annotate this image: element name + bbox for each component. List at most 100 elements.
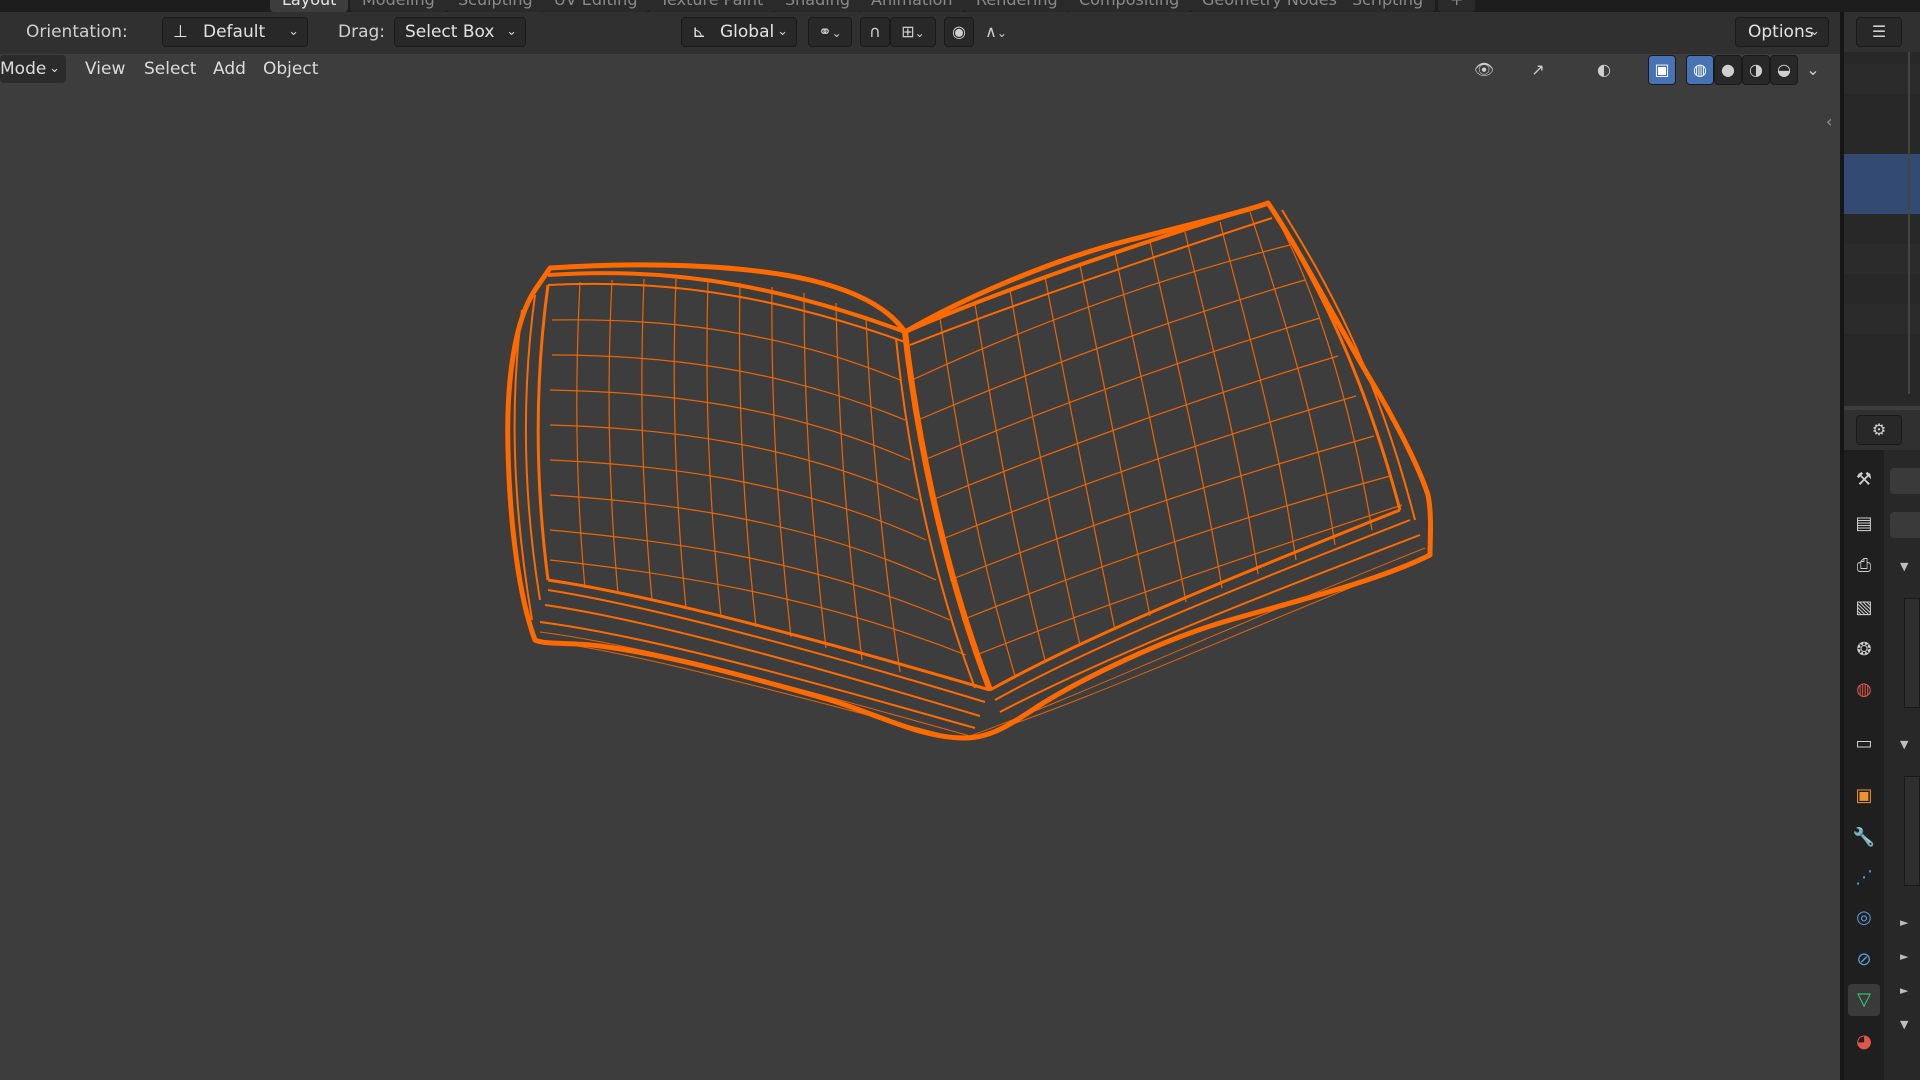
proportional-edit-toggle[interactable]: ◉ — [944, 17, 974, 47]
shading-options-dropdown[interactable]: ⌄ — [1800, 55, 1826, 85]
drag-value: Select Box — [405, 22, 495, 42]
properties-header: ⚙ — [1844, 410, 1920, 450]
collection-icon[interactable]: ▭ — [1848, 728, 1880, 760]
tab-rendering[interactable]: Rendering — [964, 0, 1070, 12]
gizmo-dropdown[interactable]: ↗ — [1516, 55, 1560, 85]
orientation-label: Orientation: — [26, 22, 128, 42]
orientation-dropdown[interactable]: ⊥ Default ⌄ — [162, 17, 308, 47]
shape-keys-list[interactable] — [1904, 776, 1920, 886]
material-preview-icon: ◑ — [1749, 60, 1763, 79]
vertex-groups-list[interactable] — [1904, 598, 1920, 708]
tab-uv-editing[interactable]: UV Editing — [542, 0, 650, 12]
magnet-icon: ∩ — [869, 22, 881, 41]
tab-compositing[interactable]: Compositing — [1067, 0, 1192, 12]
tab-sculpting[interactable]: Sculpting — [446, 0, 545, 12]
constraints-icon[interactable]: ⊘ — [1848, 944, 1880, 976]
material-icon[interactable]: ◕ — [1848, 1026, 1880, 1058]
panel-collapse-icon[interactable]: ► — [1900, 916, 1908, 929]
tab-geometry-nodes[interactable]: Geometry Nodes — [1190, 0, 1349, 12]
rendered-sphere-icon: ◒ — [1777, 60, 1791, 79]
snap-toggle[interactable]: ∩ — [860, 17, 890, 47]
chevron-down-icon: ⌄ — [506, 24, 517, 39]
render-icon[interactable]: ▤ — [1848, 508, 1880, 540]
shading-solid-button[interactable]: ● — [1714, 55, 1742, 85]
mode-label: Mode — [0, 59, 47, 79]
select-menu[interactable]: Select — [137, 55, 203, 83]
options-label: Options — [1748, 22, 1814, 42]
orientation-value: Default — [203, 22, 266, 42]
outliner-list-icon: ☰ — [1871, 22, 1887, 41]
panel-expand-icon[interactable]: ▼ — [1900, 1018, 1908, 1031]
chevron-down-icon: ⌄ — [1809, 24, 1820, 39]
object-data-selector[interactable] — [1890, 468, 1920, 494]
drag-label: Drag: — [338, 22, 386, 42]
tab-shading[interactable]: Shading — [773, 0, 862, 12]
snap-increment-icon: ⊞ — [901, 22, 915, 41]
view-layer-icon[interactable]: ▧ — [1848, 592, 1880, 624]
shading-rendered-button[interactable]: ◒ — [1770, 55, 1798, 85]
tool-icon[interactable]: ⚒ — [1848, 464, 1880, 496]
overlays-dropdown[interactable]: ◐ — [1582, 55, 1626, 85]
transform-orientation-value: Global — [720, 22, 775, 42]
drag-dropdown[interactable]: Select Box ⌄ — [394, 17, 526, 47]
xray-toggle[interactable]: ▣ — [1648, 55, 1676, 85]
shading-material-button[interactable]: ◑ — [1742, 55, 1770, 85]
tool-settings-bar: Orientation: ⊥ Default ⌄ Drag: Select Bo… — [0, 12, 1840, 54]
chevron-down-icon: ⌄ — [914, 26, 925, 40]
world-icon[interactable]: ◍ — [1848, 674, 1880, 706]
pivot-point-dropdown[interactable]: ⚭⌄ — [808, 17, 852, 47]
proportional-edit-icon: ◉ — [952, 22, 966, 41]
output-icon[interactable]: ⎙ — [1848, 550, 1880, 582]
sidebar-toggle-icon[interactable]: ‹ — [1826, 112, 1832, 131]
object-menu[interactable]: Object — [256, 55, 325, 83]
properties-editor-type-dropdown[interactable]: ⚙ — [1856, 415, 1902, 445]
panel-expand-icon[interactable]: ▼ — [1900, 738, 1908, 751]
properties-editor-icon: ⚙ — [1871, 420, 1887, 439]
shading-wireframe-button[interactable]: ◍ — [1686, 55, 1714, 85]
outliner-scrollbar[interactable] — [1908, 52, 1910, 394]
xray-icon: ▣ — [1654, 60, 1670, 79]
viewport-header: Mode ⌄ View Select Add Object 👁 ↗ ◐ ▣ ◍ … — [0, 54, 1840, 86]
particles-icon[interactable]: ⋰ — [1848, 862, 1880, 894]
tab-animation[interactable]: Animation — [859, 0, 965, 12]
chevron-down-icon: ⌄ — [49, 61, 60, 76]
mesh-datablock-field[interactable] — [1890, 512, 1920, 538]
modifier-icon[interactable]: 🔧 — [1848, 822, 1880, 854]
outliner-header: ☰ — [1844, 12, 1920, 52]
solid-sphere-icon: ● — [1721, 60, 1735, 79]
outliner-display-mode-dropdown[interactable]: ☰ — [1856, 17, 1902, 47]
add-menu[interactable]: Add — [206, 55, 253, 83]
open-book-wireframe[interactable] — [0, 86, 1840, 1080]
panel-collapse-icon[interactable]: ► — [1900, 984, 1908, 997]
view-menu[interactable]: View — [78, 55, 132, 83]
snap-target-dropdown[interactable]: ⊞⌄ — [890, 17, 936, 47]
transform-orientation-dropdown[interactable]: ⊾ Global ⌄ — [681, 17, 797, 47]
gizmo-icon: ↗ — [1531, 60, 1545, 79]
add-workspace-button[interactable]: + — [1438, 0, 1476, 12]
options-dropdown[interactable]: Options ⌄ — [1735, 17, 1829, 47]
physics-icon[interactable]: ◎ — [1848, 902, 1880, 934]
eye-icon: 👁 — [1473, 60, 1495, 79]
pivot-icon: ⚭ — [818, 22, 832, 41]
scene-icon[interactable]: ❂ — [1848, 634, 1880, 666]
3d-viewport[interactable]: ‹ — [0, 86, 1840, 1080]
object-icon[interactable]: ▣ — [1848, 780, 1880, 812]
panel-expand-icon[interactable]: ▼ — [1900, 560, 1908, 573]
tab-texture-paint[interactable]: Texture Paint — [648, 0, 776, 12]
visibility-dropdown[interactable]: 👁 — [1464, 55, 1504, 85]
wireframe-sphere-icon: ◍ — [1693, 60, 1707, 79]
mode-dropdown[interactable]: Mode ⌄ — [0, 55, 66, 83]
falloff-dropdown[interactable]: ∧⌄ — [974, 17, 1018, 47]
properties-tab-column: ⚒ ▤ ⎙ ▧ ❂ ◍ ▭ ▣ 🔧 ⋰ ◎ ⊘ ▽ ◕ — [1844, 450, 1884, 1080]
chevron-down-icon: ⌄ — [1806, 60, 1820, 79]
falloff-curve-icon: ∧ — [985, 22, 997, 41]
object-data-icon[interactable]: ▽ — [1848, 984, 1880, 1016]
outliner-panel: ☰ — [1844, 12, 1920, 406]
tab-scripting[interactable]: Scripting — [1340, 0, 1436, 12]
tab-layout[interactable]: Layout — [270, 0, 349, 12]
chevron-down-icon: ⌄ — [996, 26, 1007, 40]
axes-icon: ⊾ — [692, 22, 707, 42]
panel-collapse-icon[interactable]: ► — [1900, 950, 1908, 963]
chevron-down-icon: ⌄ — [288, 24, 299, 39]
tab-modeling[interactable]: Modeling — [350, 0, 447, 12]
